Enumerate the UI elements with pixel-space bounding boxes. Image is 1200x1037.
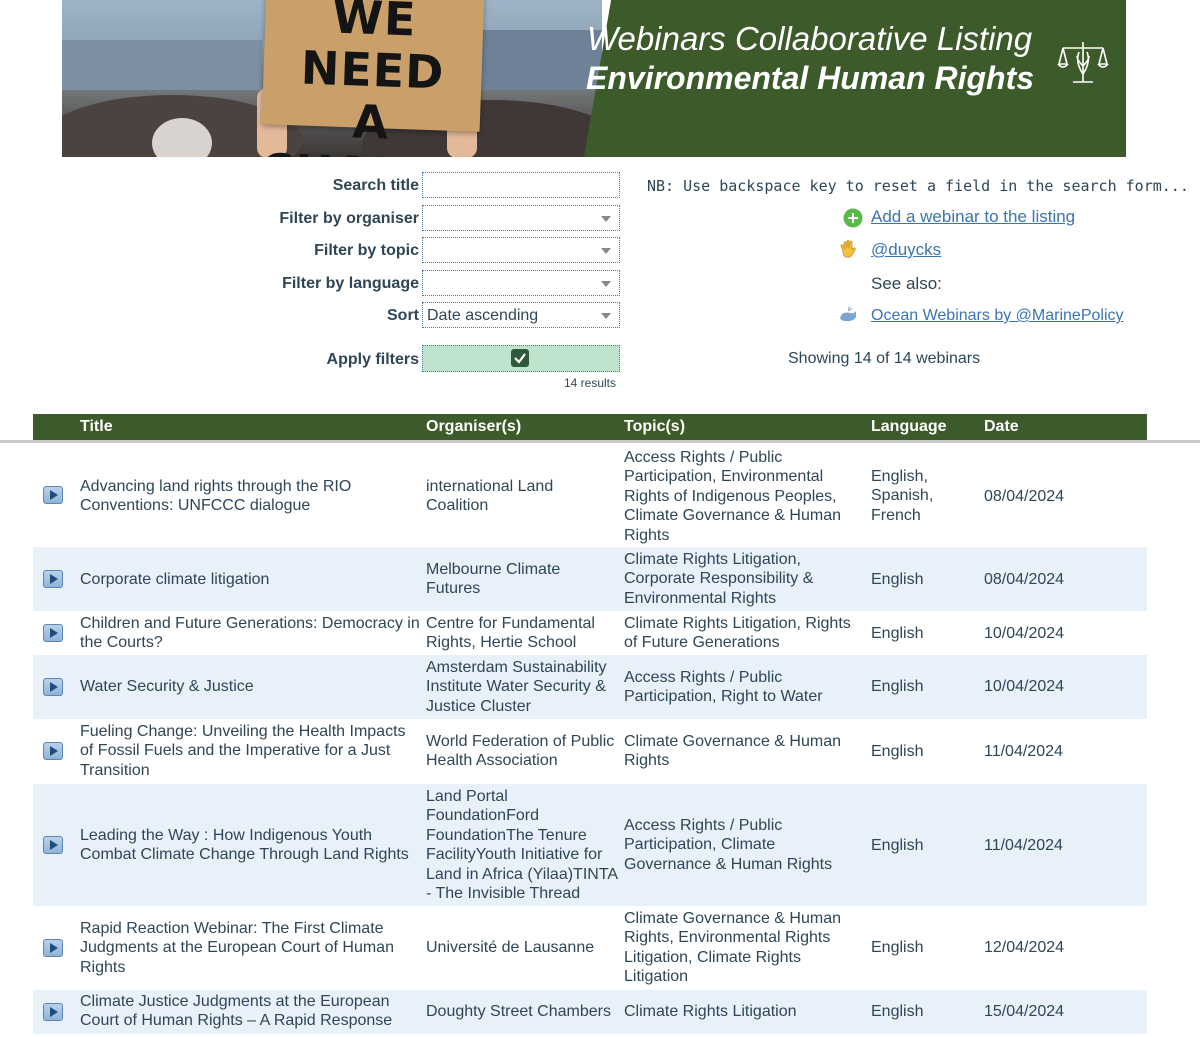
header-banner: WE NEED A CHANGE Webinars Collaborative … xyxy=(62,0,1126,157)
sort-label: Sort xyxy=(387,307,419,324)
row-language: English xyxy=(871,1003,924,1020)
row-title: Advancing land rights through the RIO Co… xyxy=(80,478,352,515)
results-count: 14 results xyxy=(563,376,616,390)
chevron-down-icon xyxy=(601,216,611,222)
play-icon[interactable] xyxy=(43,486,63,504)
row-topic: Climate Rights Litigation, Corporate Res… xyxy=(624,551,814,607)
row-title: Water Security & Justice xyxy=(80,678,254,695)
organiser-filter-select[interactable] xyxy=(422,205,620,231)
row-organiser: Melbourne Climate Futures xyxy=(426,561,561,598)
row-topic: Climate Governance & Human Rights, Envir… xyxy=(624,910,841,986)
table-row[interactable]: Rapid Reaction Webinar: The First Climat… xyxy=(33,906,1147,990)
row-topic: Climate Rights Litigation xyxy=(624,1003,797,1020)
row-topic: Climate Governance & Human Rights xyxy=(624,733,841,770)
sign-line-2: A CHANGE xyxy=(259,94,482,157)
play-icon[interactable] xyxy=(43,742,63,760)
row-date: 11/04/2024 xyxy=(984,743,1063,760)
table-row[interactable]: Advancing land rights through the RIO Co… xyxy=(33,443,1147,547)
apply-filters-checkbox[interactable] xyxy=(422,345,620,372)
row-language: English xyxy=(871,743,924,760)
row-date: 15/04/2024 xyxy=(984,1003,1065,1020)
search-title-input[interactable] xyxy=(422,172,620,198)
row-date: 08/04/2024 xyxy=(984,571,1065,588)
row-topic: Access Rights / Public Participation, Cl… xyxy=(624,817,833,873)
sort-value: Date ascending xyxy=(427,307,539,324)
chevron-down-icon xyxy=(601,281,611,287)
table-row[interactable]: Water Security & Justice Amsterdam Susta… xyxy=(33,655,1147,719)
table-row[interactable]: Climate Justice Judgments at the Europea… xyxy=(33,990,1147,1034)
table-header: Title Organiser(s) Topic(s) Language Dat… xyxy=(33,414,1147,440)
row-organiser: international Land Coalition xyxy=(426,478,554,515)
row-title: Fueling Change: Unveiling the Health Imp… xyxy=(80,723,406,779)
see-also-label: See also: xyxy=(871,274,942,293)
banner-subtitle: Environmental Human Rights xyxy=(586,60,1035,96)
showing-count: Showing 14 of 14 webinars xyxy=(788,350,981,367)
add-circle-icon xyxy=(843,208,863,228)
ocean-webinars-link[interactable]: Ocean Webinars by @MarinePolicy xyxy=(871,307,1124,325)
row-date: 08/04/2024 xyxy=(984,488,1065,505)
row-title: Children and Future Generations: Democra… xyxy=(80,615,420,652)
add-webinar-link[interactable]: Add a webinar to the listing xyxy=(871,207,1075,227)
row-title: Corporate climate litigation xyxy=(80,571,270,588)
chevron-down-icon xyxy=(601,313,611,319)
sort-select[interactable]: Date ascending xyxy=(422,302,620,328)
row-date: 10/04/2024 xyxy=(984,678,1065,695)
row-organiser: Université de Lausanne xyxy=(426,939,595,956)
table-row[interactable]: Corporate climate litigation Melbourne C… xyxy=(33,547,1147,611)
language-filter-label: Filter by language xyxy=(282,275,419,292)
duycks-handle-link[interactable]: @duycks xyxy=(871,240,941,260)
banner-title: Webinars Collaborative Listing xyxy=(587,20,1033,57)
protest-photo: WE NEED A CHANGE xyxy=(62,0,622,157)
column-header-language[interactable]: Language xyxy=(871,418,947,436)
row-language: English xyxy=(871,837,924,854)
column-header-title[interactable]: Title xyxy=(80,418,113,436)
play-icon[interactable] xyxy=(43,624,63,642)
row-language: English xyxy=(871,678,924,695)
row-date: 10/04/2024 xyxy=(984,625,1065,642)
row-date: 11/04/2024 xyxy=(984,837,1063,854)
play-icon[interactable] xyxy=(43,1003,63,1021)
row-topic: Climate Rights Litigation, Rights of Fut… xyxy=(624,615,851,652)
play-icon[interactable] xyxy=(43,939,63,957)
row-organiser: World Federation of Public Health Associ… xyxy=(426,733,615,770)
chevron-down-icon xyxy=(601,248,611,254)
organiser-filter-label: Filter by organiser xyxy=(279,210,419,227)
row-title: Leading the Way : How Indigenous Youth C… xyxy=(80,827,409,864)
row-organiser: Doughty Street Chambers xyxy=(426,1003,611,1020)
column-header-date[interactable]: Date xyxy=(984,418,1019,436)
column-header-topic[interactable]: Topic(s) xyxy=(624,418,685,436)
play-icon[interactable] xyxy=(43,678,63,696)
search-title-label: Search title xyxy=(332,177,419,194)
topic-filter-label: Filter by topic xyxy=(314,242,419,259)
row-language: English, Spanish, French xyxy=(871,468,934,524)
whale-icon xyxy=(840,306,856,322)
row-organiser: Centre for Fundamental Rights, Hertie Sc… xyxy=(426,615,595,652)
row-organiser: Land Portal FoundationFord FoundationThe… xyxy=(426,788,618,903)
backspace-hint: NB: Use backspace key to reset a field i… xyxy=(647,177,1189,195)
table-row[interactable]: Children and Future Generations: Democra… xyxy=(33,611,1147,655)
row-title: Rapid Reaction Webinar: The First Climat… xyxy=(80,920,394,976)
row-language: English xyxy=(871,939,924,956)
row-topic: Access Rights / Public Participation, En… xyxy=(624,449,841,544)
checkmark-icon xyxy=(511,349,529,367)
row-title: Climate Justice Judgments at the Europea… xyxy=(80,993,393,1030)
play-icon[interactable] xyxy=(43,570,63,588)
row-date: 12/04/2024 xyxy=(984,939,1065,956)
row-language: English xyxy=(871,625,924,642)
play-icon[interactable] xyxy=(43,836,63,854)
topic-filter-select[interactable] xyxy=(422,237,620,263)
column-header-organiser[interactable]: Organiser(s) xyxy=(426,418,521,436)
apply-filters-label: Apply filters xyxy=(326,351,419,368)
row-language: English xyxy=(871,571,924,588)
sign-line-1: WE NEED xyxy=(299,0,446,100)
row-organiser: Amsterdam Sustainability Institute Water… xyxy=(426,659,607,715)
row-topic: Access Rights / Public Participation, Ri… xyxy=(624,669,823,706)
scales-of-justice-icon xyxy=(1057,42,1109,83)
language-filter-select[interactable] xyxy=(422,270,620,296)
table-row[interactable]: Fueling Change: Unveiling the Health Imp… xyxy=(33,719,1147,784)
waving-hand-icon xyxy=(840,239,856,258)
protest-sign: WE NEED A CHANGE xyxy=(259,0,485,157)
table-row[interactable]: Leading the Way : How Indigenous Youth C… xyxy=(33,784,1147,906)
